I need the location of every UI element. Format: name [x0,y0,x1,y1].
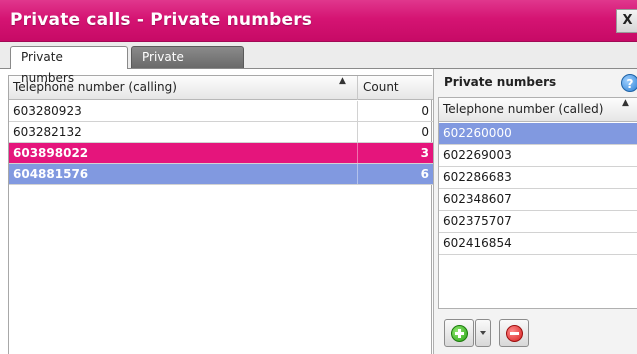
grid-body: 603280923 0 603282132 0 603898022 3 6048… [9,101,433,185]
grid-body: 602260000 602269003 602286683 602348607 … [439,123,637,255]
list-item[interactable]: 602269003 [439,145,637,167]
cell-calling-number: 603282132 [9,122,358,142]
table-row-highlighted[interactable]: 604881576 6 [9,164,433,185]
tab-private-services[interactable]: Private services [131,46,244,85]
close-button[interactable]: X [616,9,637,33]
calling-numbers-grid: Telephone number (calling) ▲ Count 60328… [8,75,433,354]
private-numbers-panel: Private numbers ? Telephone number (call… [433,69,637,354]
help-icon[interactable]: ? [621,74,637,92]
list-item[interactable]: 602375707 [439,211,637,233]
list-item[interactable]: 602348607 [439,189,637,211]
add-dropdown-button[interactable] [475,319,491,347]
table-row[interactable]: 603282132 0 [9,122,433,143]
panel-toolbar [438,313,637,354]
grid-header: Telephone number (called) ▲ [439,98,637,122]
cell-count: 0 [421,125,429,139]
cell-count: 6 [420,167,429,181]
cell-count: 3 [420,146,429,160]
chevron-down-icon [480,331,486,335]
remove-button[interactable] [499,319,529,347]
private-calls-window: Private calls - Private numbers X Privat… [0,0,637,354]
table-row[interactable]: 603280923 0 [9,101,433,122]
tab-private-numbers[interactable]: Private numbers [10,46,128,85]
cell-calling-number: 604881576 [9,164,358,184]
panel-title: Private numbers [444,75,557,89]
called-numbers-grid: Telephone number (called) ▲ 602260000 60… [438,97,637,309]
sort-ascending-icon[interactable]: ▲ [339,76,346,86]
title-bar: Private calls - Private numbers X [0,0,637,42]
column-header-count[interactable]: Count [359,76,433,100]
sort-ascending-icon[interactable]: ▲ [622,98,629,108]
remove-icon [506,325,523,342]
add-icon [451,325,468,342]
list-item[interactable]: 602286683 [439,167,637,189]
window-title: Private calls - Private numbers [10,10,313,30]
cell-calling-number: 603898022 [9,143,358,163]
add-button[interactable] [444,319,474,347]
list-item[interactable]: 602416854 [439,233,637,255]
cell-calling-number: 603280923 [9,101,358,121]
tab-panel: Telephone number (calling) ▲ Count 60328… [0,68,637,354]
table-row-selected[interactable]: 603898022 3 [9,143,433,164]
list-item-selected[interactable]: 602260000 [439,123,637,145]
column-header-called-number[interactable]: Telephone number (called) [439,98,637,122]
cell-count: 0 [421,104,429,118]
